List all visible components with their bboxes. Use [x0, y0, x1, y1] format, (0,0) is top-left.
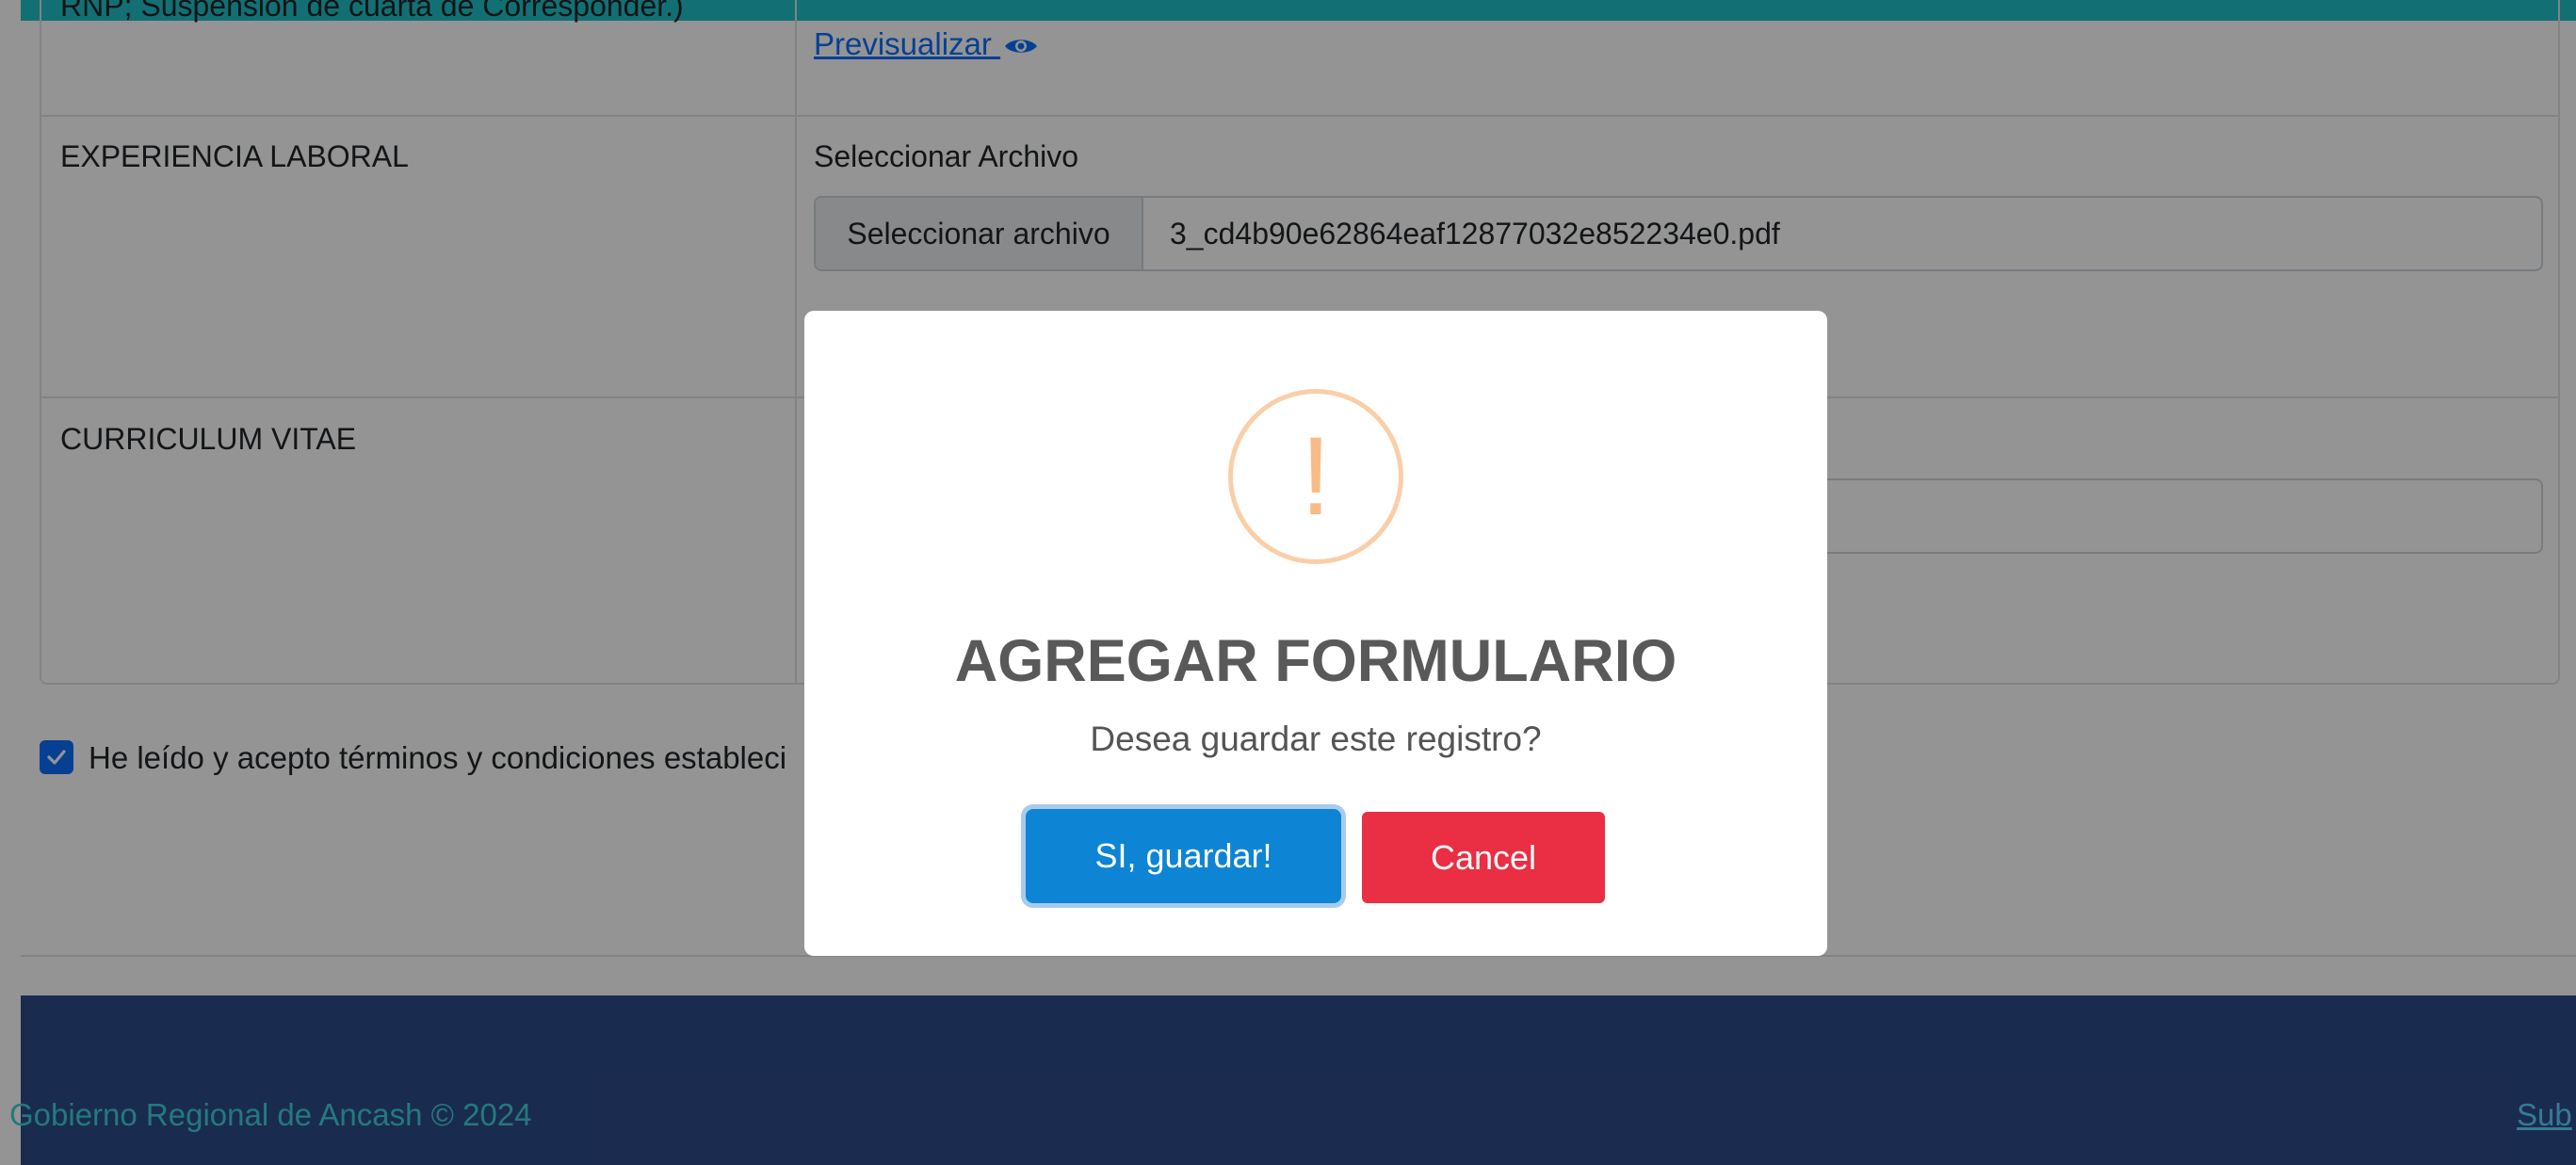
confirm-dialog: ! AGREGAR FORMULARIO Desea guardar este … — [804, 311, 1827, 956]
cancel-button[interactable]: Cancel — [1362, 812, 1605, 903]
confirm-save-button[interactable]: SI, guardar! — [1026, 809, 1341, 903]
warning-icon-glyph: ! — [1300, 414, 1332, 539]
dialog-message: Desea guardar este registro? — [1090, 720, 1542, 758]
warning-icon: ! — [1228, 389, 1403, 564]
app-window: RNP; Suspensión de cuarta de Corresponde… — [0, 0, 2576, 1165]
dialog-title: AGREGAR FORMULARIO — [954, 628, 1677, 694]
